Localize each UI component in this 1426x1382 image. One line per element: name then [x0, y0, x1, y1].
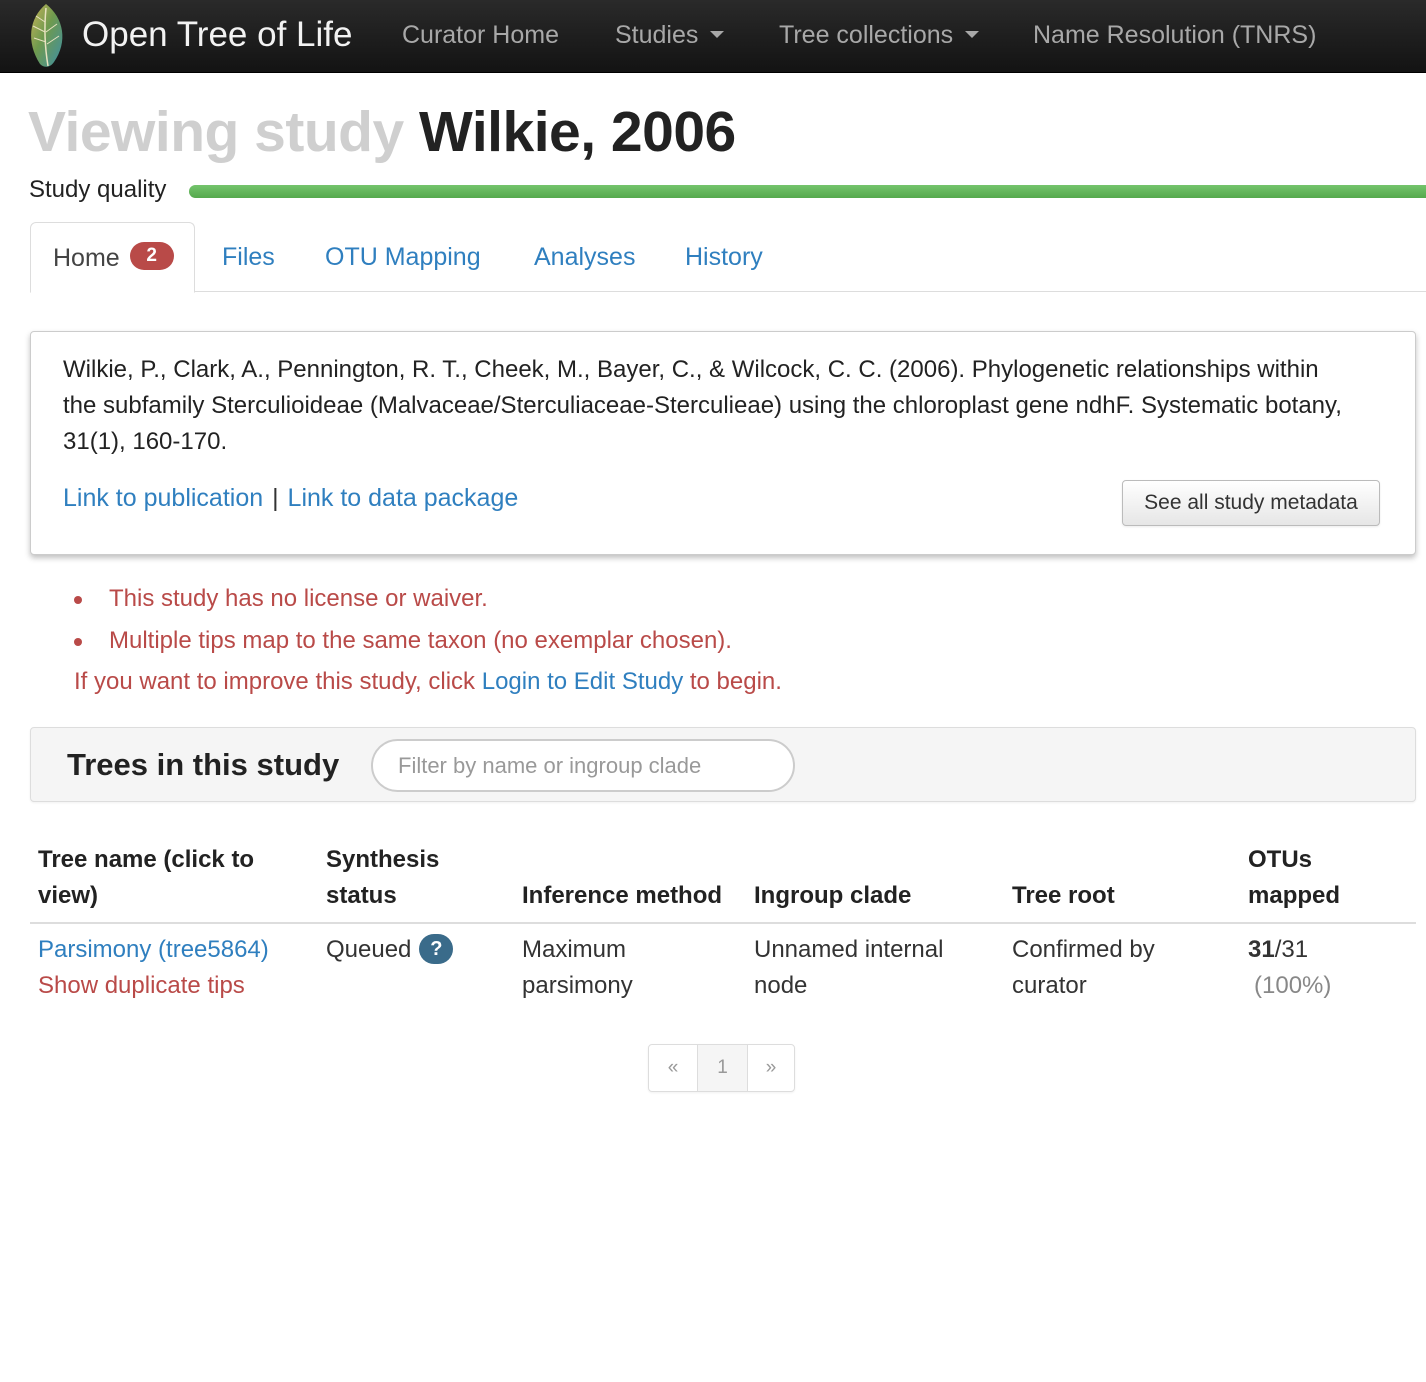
see-all-metadata-button[interactable]: See all study metadata — [1122, 480, 1380, 526]
nav-curator-home[interactable]: Curator Home — [402, 18, 559, 52]
otus-mapped-percent: (100%) — [1254, 972, 1332, 999]
tree-link[interactable]: Parsimony (tree5864) — [38, 932, 310, 968]
link-to-publication[interactable]: Link to publication — [63, 484, 263, 512]
warning-bullet — [74, 596, 82, 604]
otus-total: /31 — [1274, 936, 1309, 963]
publication-citation: Wilkie, P., Clark, A., Pennington, R. T.… — [63, 356, 1342, 455]
col-inference-method[interactable]: Inference method — [514, 842, 746, 924]
tab-home[interactable]: Home 2 — [30, 222, 195, 293]
col-tree-name[interactable]: Tree name (click to view) — [30, 842, 318, 924]
trees-header-bar: Trees in this study — [30, 727, 1416, 802]
brand-title[interactable]: Open Tree of Life — [82, 14, 352, 56]
cell-synthesis-status: Queued? — [318, 923, 514, 1012]
trees-section-title: Trees in this study — [67, 747, 340, 782]
otus-mapped-count: 31 — [1248, 936, 1275, 963]
leaf-logo-icon[interactable] — [24, 2, 68, 70]
page-title-prefix: Viewing study — [28, 100, 404, 164]
publication-panel: Wilkie, P., Clark, A., Pennington, R. T.… — [30, 331, 1416, 555]
help-question-icon[interactable]: ? — [419, 933, 454, 964]
login-to-edit-link[interactable]: Login to Edit Study — [482, 668, 683, 695]
tab-analyses[interactable]: Analyses — [534, 222, 635, 292]
page-title: Viewing study Wilkie, 2006 — [28, 96, 736, 168]
nav-studies-dropdown[interactable]: Studies — [615, 18, 725, 52]
study-quality-label: Study quality — [29, 176, 167, 203]
study-name: Wilkie, 2006 — [419, 100, 736, 164]
study-tabs: Home 2 Files OTU Mapping Analyses History — [30, 222, 1426, 293]
col-tree-root[interactable]: Tree root — [1004, 842, 1240, 924]
warning-item: Multiple tips map to the same taxon (no … — [109, 627, 732, 654]
cell-inference-method: Maximum parsimony — [522, 936, 633, 999]
publication-links: Link to publication | Link to data packa… — [63, 480, 518, 516]
show-duplicate-tips-link[interactable]: Show duplicate tips — [38, 968, 310, 1004]
caret-down-icon — [710, 30, 725, 38]
link-separator: | — [272, 484, 279, 512]
col-otus-mapped[interactable]: OTUs mapped — [1240, 842, 1416, 924]
tab-files[interactable]: Files — [222, 222, 275, 292]
pagination-page-1[interactable]: 1 — [697, 1045, 747, 1091]
cell-otus-mapped: 31/31 (100%) — [1240, 923, 1416, 1012]
cell-tree-name: Parsimony (tree5864) Show duplicate tips — [30, 923, 318, 1012]
nav-name-resolution[interactable]: Name Resolution (TNRS) — [1033, 18, 1316, 52]
tree-filter-input[interactable] — [371, 739, 795, 792]
link-to-data-package[interactable]: Link to data package — [288, 484, 519, 512]
pagination-prev-button[interactable]: « — [649, 1045, 697, 1091]
study-quality-fill — [189, 185, 1426, 198]
tab-otu-mapping[interactable]: OTU Mapping — [325, 222, 481, 292]
warning-item: This study has no license or waiver. — [109, 585, 488, 612]
synthesis-status-text: Queued — [326, 936, 412, 963]
nav-tree-collections-dropdown[interactable]: Tree collections — [779, 18, 980, 52]
nav-studies-label: Studies — [615, 21, 699, 49]
home-issue-count-badge: 2 — [129, 242, 174, 271]
table-row: Parsimony (tree5864) Show duplicate tips… — [30, 923, 1416, 1012]
warning-bullet — [74, 638, 82, 646]
tab-home-label: Home — [53, 244, 120, 272]
cell-ingroup-clade: Unnamed internal node — [754, 936, 944, 999]
pagination-next-button[interactable]: » — [747, 1045, 794, 1091]
table-header-row: Tree name (click to view) Synthesis stat… — [30, 842, 1416, 924]
pagination: « 1 » — [648, 1044, 795, 1092]
caret-down-icon — [965, 30, 980, 38]
cell-tree-root: Confirmed by curator — [1012, 936, 1155, 999]
improve-study-message: If you want to improve this study, click… — [74, 664, 782, 700]
nav-tree-collections-label: Tree collections — [779, 21, 954, 49]
tab-history[interactable]: History — [685, 222, 763, 292]
col-ingroup-clade[interactable]: Ingroup clade — [746, 842, 1004, 924]
improve-suffix: to begin. — [683, 668, 782, 695]
top-navbar: Open Tree of Life Curator Home Studies T… — [0, 0, 1426, 73]
trees-table: Tree name (click to view) Synthesis stat… — [30, 842, 1416, 1012]
col-synthesis-status[interactable]: Synthesis status — [318, 842, 514, 924]
improve-prefix: If you want to improve this study, click — [74, 668, 482, 695]
study-quality-bar — [189, 185, 1426, 198]
